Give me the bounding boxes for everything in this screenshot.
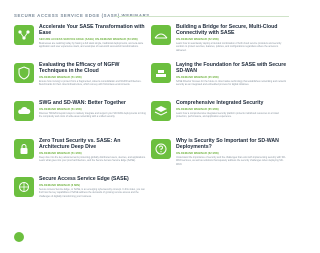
webinar-title-link[interactable]: Accelerate Your SASE Transformation with… [39,24,146,36]
webinar-card-body: Evaluating the Efficacy of NGFW Techniqu… [39,62,146,87]
webinar-meta: On-Demand Webinar (35 min) [176,75,219,79]
webinar-card[interactable]: Why is Security So Important for SD-WAN … [151,138,287,176]
webinar-description: SASE Director focuses for the future in … [176,80,286,87]
webinar-description: Discover SWG/Forcepoint ways to natively… [39,112,146,119]
webinar-description: Learn how to seamlessly deploy a blended… [176,42,282,52]
webinar-description: Understand the importance of security an… [176,156,286,166]
webinar-card[interactable]: Building a Bridge for Secure, Multi-Clou… [151,24,287,62]
network-icon[interactable] [14,25,34,45]
webinar-page: Secure Access Service Edge (SASE) Webina… [0,0,294,253]
cloud-icon[interactable] [14,101,34,121]
edge-icon[interactable] [14,177,34,197]
logo-icon [14,232,24,242]
webinar-meta: On-Demand Webinar (52 min) [176,37,219,41]
webinar-meta: On-Demand Webinar (51 min) [39,75,82,79]
header-divider [115,15,289,17]
webinar-title-link[interactable]: SWG and SD-WAN: Better Together [39,100,146,106]
webinar-card-body: Comprehensive Integrated Security On-Dema… [176,100,287,119]
layers-icon[interactable] [151,101,171,121]
foundation-icon[interactable] [151,63,171,83]
question-icon[interactable] [151,139,171,159]
webinar-card-body: Accelerate Your SASE Transformation with… [39,24,146,49]
webinar-meta: On-Demand Webinar (62 min) [176,151,219,155]
webinar-card[interactable]: Evaluating the Efficacy of NGFW Techniqu… [14,62,146,100]
webinar-card-body: Building a Bridge for Secure, Multi-Clou… [176,24,287,52]
shield-icon[interactable] [14,63,34,83]
webinar-card[interactable]: Secure Access Service Edge (SASE) On-Dema… [14,176,146,214]
webinar-card[interactable]: Comprehensive Integrated Security On-Dema… [151,100,287,138]
webinar-description: Ensure how moving to protect from a frag… [39,80,142,87]
webinar-card[interactable]: Accelerate Your SASE Transformation with… [14,24,146,62]
webinar-meta: On-Demand Webinar (51 min) [39,107,82,111]
webinar-description: Learn how a comprehensive integrated sec… [176,112,279,119]
webinar-title-link[interactable]: Evaluating the Efficacy of NGFW Techniqu… [39,62,146,74]
webinar-card[interactable]: SWG and SD-WAN: Better Together On-Demand… [14,100,146,138]
webinar-card-body: Why is Security So Important for SD-WAN … [176,138,287,166]
webinar-description: Businesses are realizing today by having… [39,42,144,49]
webinar-description: Secure Access Service Edge, or SASE, is … [39,188,145,198]
webinar-card-body: Laying the Foundation for SASE with Secu… [176,62,287,87]
lock-icon[interactable] [14,139,34,159]
left-column: Accelerate Your SASE Transformation with… [14,24,146,214]
webinar-card-body: Zero Trust Security vs. SASE: An Archite… [39,138,146,163]
webinar-meta: Secure Access Service Edge (SASE) On-Dem… [39,37,138,41]
webinar-title-link[interactable]: Building a Bridge for Secure, Multi-Clou… [176,24,287,36]
webinar-title-link[interactable]: Secure Access Service Edge (SASE) [39,176,146,182]
webinar-meta: On-Demand Webinar (6 min) [39,183,81,187]
webinar-card-body: SWG and SD-WAN: Better Together On-Demand… [39,100,146,119]
bridge-icon[interactable] [151,25,171,45]
webinar-card[interactable]: Zero Trust Security vs. SASE: An Archite… [14,138,146,176]
webinar-description: Deep dive into the key advancements prot… [39,156,146,163]
webinar-card[interactable]: Laying the Foundation for SASE with Secu… [151,62,287,100]
webinar-title-link[interactable]: Comprehensive Integrated Security [176,100,287,106]
webinar-title-link[interactable]: Laying the Foundation for SASE with Secu… [176,62,287,74]
webinar-card-body: Secure Access Service Edge (SASE) On-Dema… [39,176,146,198]
right-column: Building a Bridge for Secure, Multi-Clou… [151,24,287,176]
webinar-meta: On-Demand Webinar (65 min) [176,107,219,111]
webinar-meta: On-Demand Webinar (51 min) [39,151,82,155]
webinar-title-link[interactable]: Why is Security So Important for SD-WAN … [176,138,287,150]
webinar-title-link[interactable]: Zero Trust Security vs. SASE: An Archite… [39,138,146,150]
